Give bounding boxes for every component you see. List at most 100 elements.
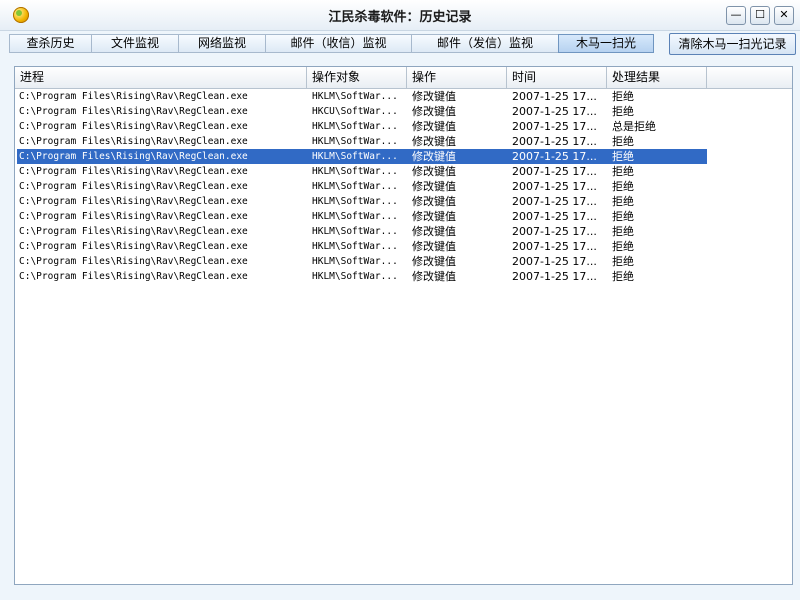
window-title: 江民杀毒软件：历史记录 [328, 10, 472, 25]
table-row[interactable]: C:\Program Files\Rising\Rav\RegClean.exe… [17, 224, 707, 239]
table-row[interactable]: C:\Program Files\Rising\Rav\RegClean.exe… [17, 149, 707, 164]
cell-time: 2007-1-25 17... [512, 270, 597, 283]
cell-process: C:\Program Files\Rising\Rav\RegClean.exe [19, 226, 248, 237]
cell-operation: 修改键值 [412, 165, 456, 178]
cell-result: 拒绝 [612, 150, 634, 163]
cell-target: HKLM\SoftWar... [312, 136, 398, 147]
cell-target: HKLM\SoftWar... [312, 181, 398, 192]
cell-time: 2007-1-25 17... [512, 165, 597, 178]
cell-target: HKLM\SoftWar... [312, 241, 398, 252]
table-row[interactable]: C:\Program Files\Rising\Rav\RegClean.exe… [17, 209, 707, 224]
cell-result: 拒绝 [612, 90, 634, 103]
cell-result: 拒绝 [612, 105, 634, 118]
cell-target: HKLM\SoftWar... [312, 256, 398, 267]
cell-target: HKLM\SoftWar... [312, 151, 398, 162]
cell-operation: 修改键值 [412, 270, 456, 283]
cell-time: 2007-1-25 17... [512, 240, 597, 253]
cell-time: 2007-1-25 17... [512, 120, 597, 133]
tab-scan-history[interactable]: 查杀历史 [9, 34, 91, 53]
cell-operation: 修改键值 [412, 180, 456, 193]
cell-target: HKLM\SoftWar... [312, 226, 398, 237]
cell-process: C:\Program Files\Rising\Rav\RegClean.exe [19, 256, 248, 267]
column-header-filler [707, 67, 792, 88]
cell-target: HKLM\SoftWar... [312, 196, 398, 207]
cell-operation: 修改键值 [412, 240, 456, 253]
maximize-button[interactable]: ☐ [750, 6, 770, 25]
cell-result: 拒绝 [612, 210, 634, 223]
cell-result: 总是拒绝 [612, 120, 656, 133]
cell-target: HKLM\SoftWar... [312, 121, 398, 132]
cell-operation: 修改键值 [412, 135, 456, 148]
tab-file-monitor[interactable]: 文件监视 [91, 34, 178, 53]
clear-trojan-records-button[interactable]: 清除木马一扫光记录 [669, 33, 796, 55]
history-window: 江民杀毒软件：历史记录 — ☐ ✕ 查杀历史 文件监视 网络监视 邮件（收信）监… [0, 0, 800, 600]
table-row[interactable]: C:\Program Files\Rising\Rav\RegClean.exe… [17, 254, 707, 269]
cell-operation: 修改键值 [412, 150, 456, 163]
column-header-operation[interactable]: 操作 [407, 67, 507, 88]
cell-target: HKLM\SoftWar... [312, 271, 398, 282]
cell-operation: 修改键值 [412, 195, 456, 208]
cell-result: 拒绝 [612, 270, 634, 283]
cell-time: 2007-1-25 17... [512, 225, 597, 238]
cell-time: 2007-1-25 17... [512, 180, 597, 193]
cell-process: C:\Program Files\Rising\Rav\RegClean.exe [19, 136, 248, 147]
cell-process: C:\Program Files\Rising\Rav\RegClean.exe [19, 106, 248, 117]
column-header-process[interactable]: 进程 [15, 67, 307, 88]
cell-operation: 修改键值 [412, 90, 456, 103]
cell-operation: 修改键值 [412, 225, 456, 238]
cell-process: C:\Program Files\Rising\Rav\RegClean.exe [19, 271, 248, 282]
cell-process: C:\Program Files\Rising\Rav\RegClean.exe [19, 241, 248, 252]
tab-trojan-sweep[interactable]: 木马一扫光 [558, 34, 654, 53]
cell-time: 2007-1-25 17... [512, 255, 597, 268]
cell-operation: 修改键值 [412, 105, 456, 118]
tab-network-monitor[interactable]: 网络监视 [178, 34, 265, 53]
table-row[interactable]: C:\Program Files\Rising\Rav\RegClean.exe… [17, 179, 707, 194]
cell-process: C:\Program Files\Rising\Rav\RegClean.exe [19, 91, 248, 102]
cell-time: 2007-1-25 17... [512, 135, 597, 148]
table-row[interactable]: C:\Program Files\Rising\Rav\RegClean.exe… [17, 119, 707, 134]
minimize-button[interactable]: — [726, 6, 746, 25]
cell-process: C:\Program Files\Rising\Rav\RegClean.exe [19, 181, 248, 192]
table-row[interactable]: C:\Program Files\Rising\Rav\RegClean.exe… [17, 164, 707, 179]
tab-bar: 查杀历史 文件监视 网络监视 邮件（收信）监视 邮件（发信）监视 木马一扫光 [9, 34, 654, 53]
table-row[interactable]: C:\Program Files\Rising\Rav\RegClean.exe… [17, 239, 707, 254]
cell-process: C:\Program Files\Rising\Rav\RegClean.exe [19, 151, 248, 162]
cell-operation: 修改键值 [412, 255, 456, 268]
column-header-result[interactable]: 处理结果 [607, 67, 707, 88]
cell-time: 2007-1-25 17... [512, 195, 597, 208]
list-header: 进程 操作对象 操作 时间 处理结果 [15, 67, 792, 89]
cell-target: HKLM\SoftWar... [312, 166, 398, 177]
cell-process: C:\Program Files\Rising\Rav\RegClean.exe [19, 196, 248, 207]
cell-process: C:\Program Files\Rising\Rav\RegClean.exe [19, 166, 248, 177]
table-row[interactable]: C:\Program Files\Rising\Rav\RegClean.exe… [17, 104, 707, 119]
cell-operation: 修改键值 [412, 120, 456, 133]
cell-target: HKLM\SoftWar... [312, 91, 398, 102]
table-row[interactable]: C:\Program Files\Rising\Rav\RegClean.exe… [17, 194, 707, 209]
cell-target: HKLM\SoftWar... [312, 211, 398, 222]
cell-target: HKCU\SoftWar... [312, 106, 398, 117]
title-bar[interactable]: 江民杀毒软件：历史记录 — ☐ ✕ [0, 0, 800, 31]
cell-time: 2007-1-25 17... [512, 150, 597, 163]
cell-time: 2007-1-25 17... [512, 105, 597, 118]
cell-result: 拒绝 [612, 195, 634, 208]
cell-operation: 修改键值 [412, 210, 456, 223]
cell-result: 拒绝 [612, 225, 634, 238]
cell-result: 拒绝 [612, 135, 634, 148]
cell-time: 2007-1-25 17... [512, 90, 597, 103]
history-list[interactable]: 进程 操作对象 操作 时间 处理结果 C:\Program Files\Risi… [14, 66, 793, 585]
column-header-target[interactable]: 操作对象 [307, 67, 407, 88]
table-row[interactable]: C:\Program Files\Rising\Rav\RegClean.exe… [17, 134, 707, 149]
table-row[interactable]: C:\Program Files\Rising\Rav\RegClean.exe… [17, 89, 707, 104]
cell-result: 拒绝 [612, 240, 634, 253]
cell-process: C:\Program Files\Rising\Rav\RegClean.exe [19, 211, 248, 222]
table-row[interactable]: C:\Program Files\Rising\Rav\RegClean.exe… [17, 269, 707, 284]
cell-result: 拒绝 [612, 165, 634, 178]
cell-result: 拒绝 [612, 255, 634, 268]
close-button[interactable]: ✕ [774, 6, 794, 25]
tab-mail-receive-monitor[interactable]: 邮件（收信）监视 [265, 34, 411, 53]
cell-time: 2007-1-25 17... [512, 210, 597, 223]
cell-result: 拒绝 [612, 180, 634, 193]
column-header-time[interactable]: 时间 [507, 67, 607, 88]
cell-process: C:\Program Files\Rising\Rav\RegClean.exe [19, 121, 248, 132]
tab-mail-send-monitor[interactable]: 邮件（发信）监视 [411, 34, 558, 53]
